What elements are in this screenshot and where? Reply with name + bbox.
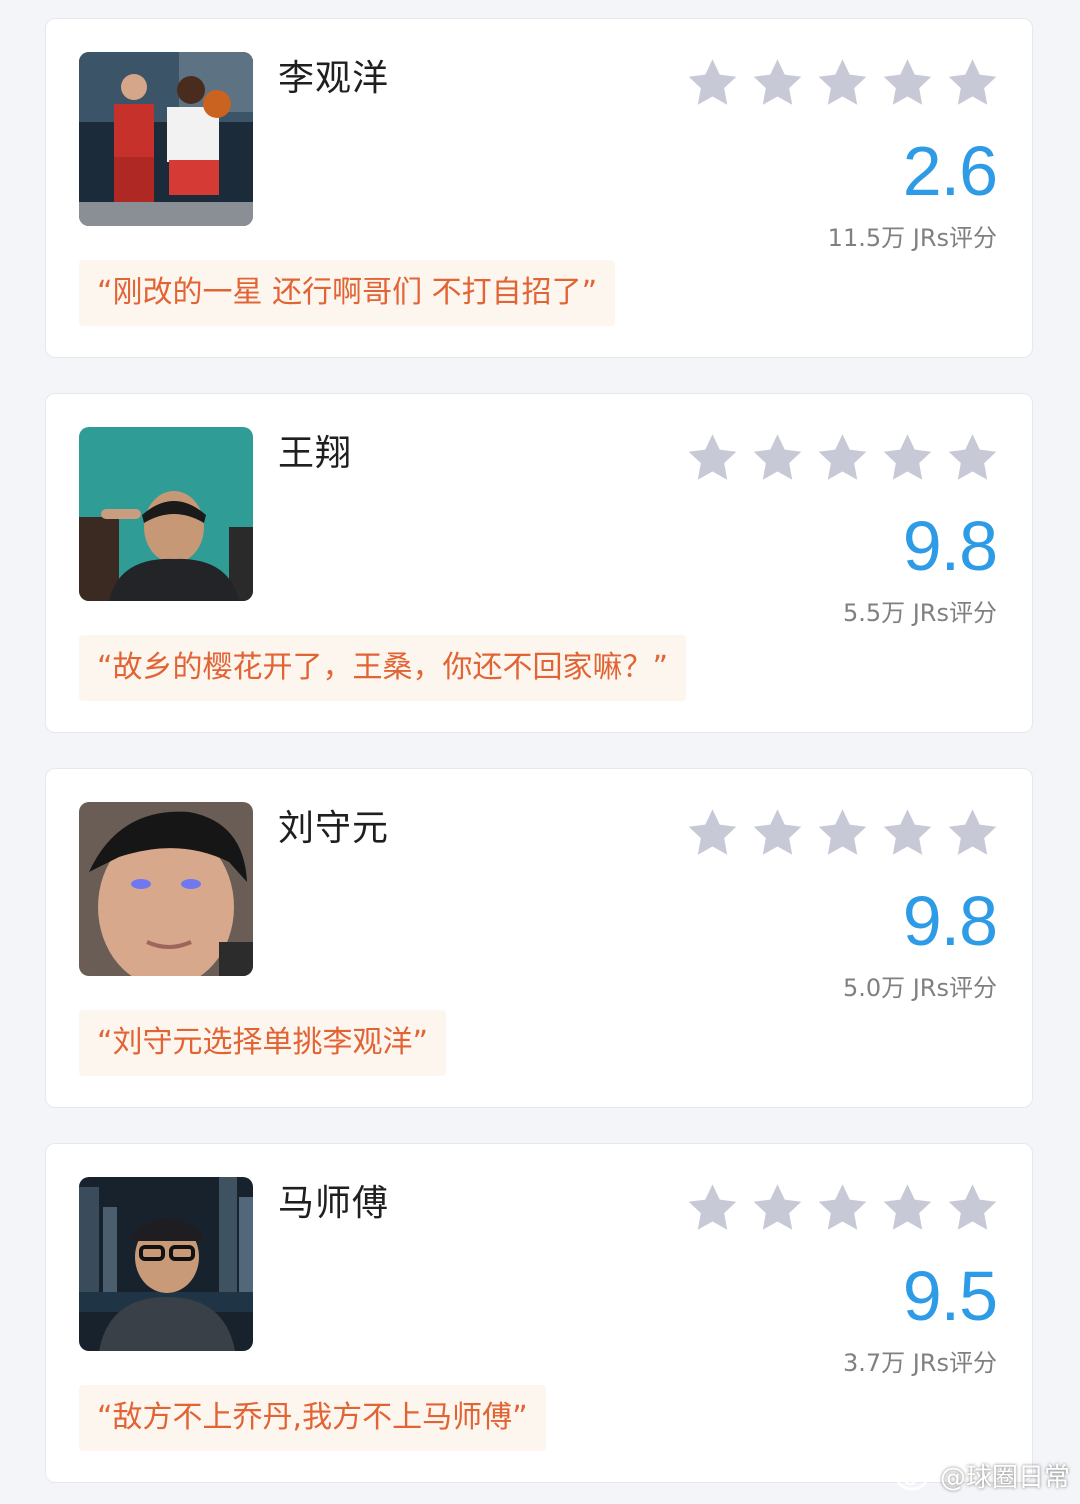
rating-count: 11.5万 JRs评分 xyxy=(827,224,997,252)
star-rating[interactable] xyxy=(684,805,1004,861)
star-icon[interactable] xyxy=(879,430,936,486)
player-avatar[interactable] xyxy=(79,427,253,601)
star-icon[interactable] xyxy=(879,1180,936,1236)
star-icon[interactable] xyxy=(944,430,1001,486)
star-icon[interactable] xyxy=(944,55,1001,111)
star-icon[interactable] xyxy=(684,55,741,111)
star-icon[interactable] xyxy=(684,1180,741,1236)
star-icon[interactable] xyxy=(944,805,1001,861)
player-card[interactable]: 刘守元 9.8 5.0万 JRs评分 “刘守元选择单挑李观洋” xyxy=(45,768,1033,1108)
star-icon[interactable] xyxy=(749,55,806,111)
star-icon[interactable] xyxy=(879,55,936,111)
player-name: 王翔 xyxy=(278,433,353,474)
score-value: 2.6 xyxy=(902,132,998,210)
watermark-text: @球圈日常 xyxy=(939,1463,1070,1493)
player-name: 马师傅 xyxy=(278,1183,390,1224)
star-rating[interactable] xyxy=(684,55,1004,111)
player-name: 刘守元 xyxy=(278,808,390,849)
player-card[interactable]: 李观洋 2.6 11.5万 JRs评分 “刚改的一星 还行啊哥们 不打自招了” xyxy=(45,18,1033,358)
player-avatar[interactable] xyxy=(79,802,253,976)
top-comment[interactable]: “刚改的一星 还行啊哥们 不打自招了” xyxy=(79,260,616,326)
rating-count: 3.7万 JRs评分 xyxy=(842,1349,997,1377)
player-avatar[interactable] xyxy=(79,1177,253,1351)
player-avatar[interactable] xyxy=(79,52,253,226)
avatar-image xyxy=(79,427,253,601)
score-value: 9.8 xyxy=(902,882,998,960)
star-icon[interactable] xyxy=(879,805,936,861)
star-icon[interactable] xyxy=(944,1180,1001,1236)
rating-list: 李观洋 2.6 11.5万 JRs评分 “刚改的一星 还行啊哥们 不打自招了” … xyxy=(0,0,1080,1504)
player-name: 李观洋 xyxy=(278,58,390,99)
star-icon[interactable] xyxy=(749,1180,806,1236)
star-icon[interactable] xyxy=(814,55,871,111)
player-card[interactable]: 王翔 9.8 5.5万 JRs评分 “故乡的樱花开了，王桑，你还不回家嘛？” xyxy=(45,393,1033,733)
star-icon[interactable] xyxy=(814,1180,871,1236)
star-rating[interactable] xyxy=(684,1180,1004,1236)
rating-count: 5.0万 JRs评分 xyxy=(842,974,997,1002)
avatar-image xyxy=(79,802,253,976)
score-value: 9.5 xyxy=(902,1257,998,1335)
top-comment[interactable]: “故乡的樱花开了，王桑，你还不回家嘛？” xyxy=(79,635,687,701)
star-icon[interactable] xyxy=(684,805,741,861)
top-comment[interactable]: “刘守元选择单挑李观洋” xyxy=(79,1010,447,1076)
avatar-image xyxy=(79,1177,253,1351)
star-icon[interactable] xyxy=(684,430,741,486)
top-comment[interactable]: “敌方不上乔丹,我方不上马师傅” xyxy=(79,1385,546,1451)
weibo-logo-icon xyxy=(896,1463,933,1490)
star-icon[interactable] xyxy=(814,430,871,486)
avatar-image xyxy=(79,52,253,226)
weibo-watermark: @球圈日常 xyxy=(896,1457,1070,1494)
star-icon[interactable] xyxy=(814,805,871,861)
score-value: 9.8 xyxy=(902,507,998,585)
star-rating[interactable] xyxy=(684,430,1004,486)
star-icon[interactable] xyxy=(749,430,806,486)
player-card[interactable]: 马师傅 9.5 3.7万 JRs评分 “敌方不上乔丹,我方不上马师傅” xyxy=(45,1143,1033,1483)
star-icon[interactable] xyxy=(749,805,806,861)
rating-count: 5.5万 JRs评分 xyxy=(842,599,997,627)
